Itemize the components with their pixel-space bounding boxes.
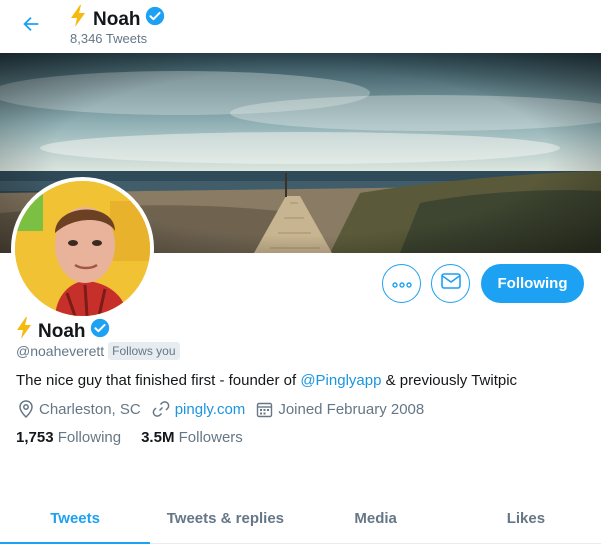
tab-tweets[interactable]: Tweets — [0, 494, 151, 544]
more-dots-icon — [391, 275, 412, 293]
tab-media[interactable]: Media — [301, 494, 451, 543]
lightning-bolt-icon — [70, 5, 86, 34]
bio-text-start: The nice guy that finished first - found… — [16, 372, 301, 389]
username-handle: @noaheverett — [16, 343, 105, 359]
following-count: 1,753 — [16, 429, 54, 446]
location-pin-icon — [18, 400, 34, 418]
profile-header: Noah 8,346 Tweets — [0, 0, 601, 53]
verified-badge-icon — [145, 6, 165, 33]
header-title: Noah — [70, 5, 165, 34]
tweet-count: 8,346 Tweets — [70, 31, 148, 46]
handle-row: @noaheverett Follows you — [16, 342, 180, 360]
more-options-button[interactable] — [382, 264, 421, 303]
profile-bio: The nice guy that finished first - found… — [16, 372, 517, 389]
following-stat[interactable]: 1,753 Following — [16, 429, 121, 446]
bio-text-end: & previously Twitpic — [381, 372, 518, 389]
tab-likes[interactable]: Likes — [451, 494, 601, 543]
following-button[interactable]: Following — [481, 264, 584, 303]
arrow-left-icon — [20, 13, 42, 40]
message-button[interactable] — [431, 264, 470, 303]
profile-meta: Charleston, SC pingly.com Joined Februar… — [18, 400, 435, 418]
calendar-icon — [256, 401, 273, 418]
website-item[interactable]: pingly.com — [152, 400, 246, 418]
following-label: Following — [57, 429, 122, 446]
header-display-name: Noah — [93, 8, 141, 30]
followers-stat[interactable]: 3.5M Followers — [141, 429, 243, 446]
follow-stats: 1,753 Following 3.5M Followers — [16, 429, 263, 446]
followers-count: 3.5M — [141, 429, 175, 446]
profile-tabs: Tweets Tweets & replies Media Likes — [0, 494, 601, 544]
bio-mention-link[interactable]: @Pinglyapp — [300, 372, 381, 389]
avatar[interactable] — [11, 177, 154, 320]
joined-date: Joined February 2008 — [278, 400, 425, 418]
envelope-icon — [440, 273, 461, 294]
followers-label: Followers — [178, 429, 243, 446]
display-name: Noah — [38, 320, 86, 342]
follows-you-badge: Follows you — [108, 342, 180, 360]
joined-item: Joined February 2008 — [256, 401, 424, 418]
back-button[interactable] — [14, 9, 48, 43]
link-icon — [152, 400, 170, 418]
location-item: Charleston, SC — [18, 400, 141, 418]
website-link[interactable]: pingly.com — [175, 401, 246, 418]
location-text: Charleston, SC — [39, 400, 141, 418]
tab-tweets-and-replies[interactable]: Tweets & replies — [150, 494, 300, 543]
verified-badge-icon — [90, 318, 110, 345]
